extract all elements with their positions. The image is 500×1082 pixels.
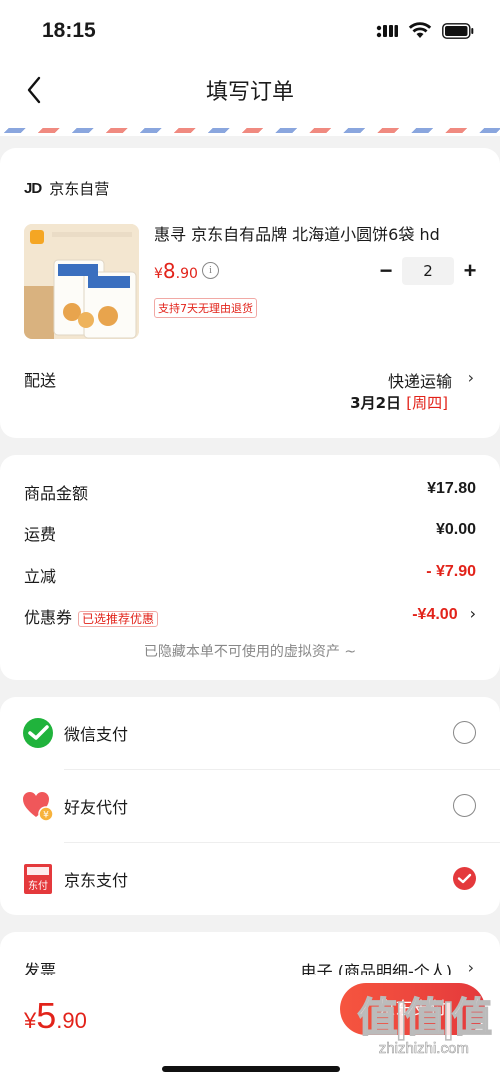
delivery-label: 配送 xyxy=(24,371,57,390)
quantity-field[interactable]: 2 xyxy=(402,257,454,285)
coupon-label-group: 优惠券 已选推荐优惠 xyxy=(24,604,159,628)
amount-row-shipping: 运费 ¥0.00 xyxy=(24,521,476,545)
watermark: 值|值|值 zhizhizhi.com xyxy=(357,995,493,1058)
watermark-url: zhizhizhi.com xyxy=(378,1040,469,1058)
total-dec: .90 xyxy=(56,1008,87,1033)
payment-label: 好友代付 xyxy=(64,798,129,817)
total-symbol: ¥ xyxy=(24,1008,37,1033)
amount-row-coupon[interactable]: 优惠券 已选推荐优惠 -¥4.00 › xyxy=(24,604,476,628)
payment-card: 微信支付 ¥ 好友代付 东付 京东支付 xyxy=(0,697,500,915)
amount-row-discount: 立减 - ¥7.90 xyxy=(24,563,476,587)
minus-button[interactable]: − xyxy=(374,258,398,284)
payment-option-wechat[interactable]: 微信支付 xyxy=(0,697,500,769)
friend-pay-heart-icon: ¥ xyxy=(23,792,54,822)
product-package-icon xyxy=(24,224,139,339)
jd-pay-icon-text: 东付 xyxy=(28,879,48,892)
amount-label: 立减 xyxy=(24,567,57,586)
payment-radio[interactable] xyxy=(453,794,476,817)
nav-bar: 填写订单 xyxy=(0,60,500,120)
status-bar: 18:15 xyxy=(0,0,500,60)
page-title: 填写订单 xyxy=(205,80,294,105)
payment-radio[interactable] xyxy=(453,721,476,744)
delivery-date: 3月2日 xyxy=(350,394,402,412)
amount-row-goods: 商品金额 ¥17.80 xyxy=(24,480,476,504)
payment-label: 京东支付 xyxy=(64,871,129,890)
order-card: JD 京东自营 惠寻 京东自有品牌 北海道小圆饼6袋 hd ¥8.90 i 支持… xyxy=(0,148,500,438)
shop-name: 京东自营 xyxy=(49,180,110,198)
status-time: 18:15 xyxy=(42,19,96,42)
jd-logo-icon: JD xyxy=(24,180,42,197)
payment-option-friend[interactable]: ¥ 好友代付 xyxy=(0,770,500,842)
amount-value: ¥17.80 xyxy=(427,480,476,497)
airmail-stripe xyxy=(0,128,500,133)
delivery-weekday: [周四] xyxy=(406,394,448,412)
wechat-pay-icon xyxy=(23,718,53,748)
amount-label: 优惠券 xyxy=(24,608,73,627)
cellular-signal-icon xyxy=(376,24,398,37)
amounts-card: 商品金额 ¥17.80 运费 ¥0.00 立减 - ¥7.90 优惠券 已选推荐优… xyxy=(0,455,500,680)
quantity-stepper: − 2 + xyxy=(374,257,482,285)
coupon-chevron-icon: › xyxy=(469,604,476,623)
delivery-method[interactable]: 快递运输 xyxy=(388,368,452,392)
jd-pay-icon: 东付 xyxy=(24,864,52,894)
amount-value: - ¥7.90 xyxy=(426,563,476,580)
delivery-chevron-icon[interactable]: › xyxy=(468,368,474,387)
price-int: 8 xyxy=(162,259,176,283)
payment-radio-selected[interactable] xyxy=(453,867,476,890)
home-indicator xyxy=(162,1066,340,1072)
product-name[interactable]: 惠寻 京东自有品牌 北海道小圆饼6袋 hd xyxy=(154,221,484,245)
return-badge: 支持7天无理由退货 xyxy=(154,298,257,318)
coupon-value-group: -¥4.00 › xyxy=(412,604,476,628)
plus-button[interactable]: + xyxy=(458,258,482,284)
wifi-icon xyxy=(408,22,432,38)
price-symbol: ¥ xyxy=(154,266,163,282)
amount-value: -¥4.00 xyxy=(412,606,458,623)
total-price: ¥5.90 xyxy=(24,995,87,1037)
amount-label: 商品金额 xyxy=(24,484,89,503)
watermark-logo: 值|值|值 xyxy=(357,995,493,1041)
price-info-icon[interactable]: i xyxy=(202,262,219,279)
amount-label: 运费 xyxy=(24,525,57,544)
total-int: 5 xyxy=(36,995,57,1036)
price-dec: .90 xyxy=(175,266,198,282)
status-icons xyxy=(376,22,474,39)
svg-text:¥: ¥ xyxy=(43,811,49,821)
delivery-date-line[interactable]: 3月2日 [周四] xyxy=(350,392,448,413)
amount-value: ¥0.00 xyxy=(435,521,476,538)
payment-label: 微信支付 xyxy=(64,725,129,744)
airmail-border xyxy=(0,120,500,136)
product-image[interactable] xyxy=(24,224,139,339)
battery-icon xyxy=(442,22,474,39)
shop-header[interactable]: JD 京东自营 xyxy=(24,178,109,199)
product-price: ¥8.90 xyxy=(154,259,198,283)
hidden-assets-note[interactable]: 已隐藏本单不可使用的虚拟资产 ~ xyxy=(0,641,500,661)
payment-option-jd[interactable]: 东付 京东支付 xyxy=(0,843,500,915)
coupon-tag: 已选推荐优惠 xyxy=(78,611,159,627)
check-icon xyxy=(457,873,472,884)
